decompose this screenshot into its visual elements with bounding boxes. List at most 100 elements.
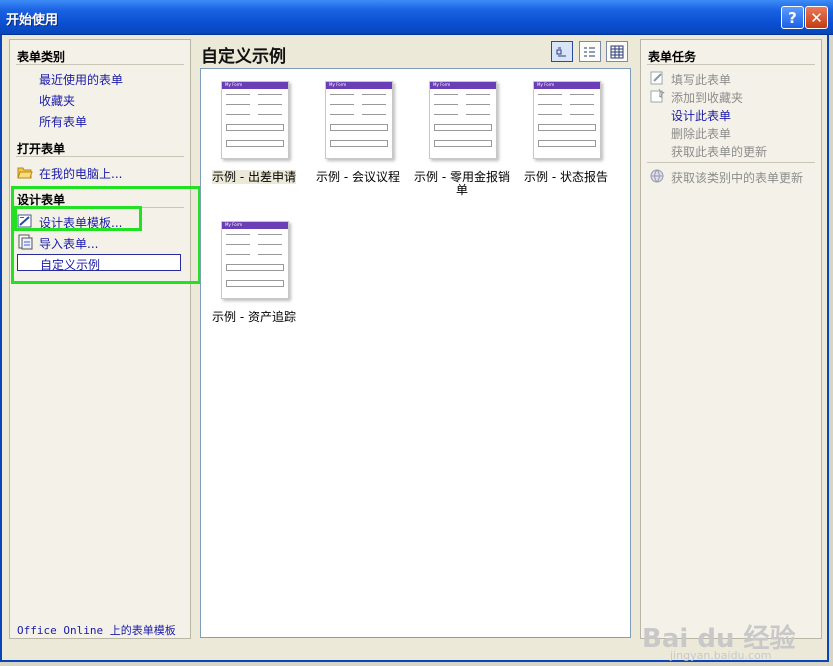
divider [16, 156, 184, 157]
thumbnail-line [330, 94, 354, 95]
category-all[interactable]: 所有表单 [39, 113, 87, 130]
thumbnail-header: My Form [222, 82, 288, 89]
divider [647, 162, 815, 163]
thumbnail-line [362, 114, 386, 115]
thumbnail-header-text: My Form [329, 82, 347, 87]
thumbnail-field [434, 140, 492, 147]
divider [16, 64, 184, 65]
thumbnail-header: My Form [222, 222, 288, 229]
view-details-button[interactable] [606, 41, 628, 62]
thumbnail-line [258, 94, 282, 95]
thumbnail-line [226, 254, 250, 255]
thumbnail-line [362, 104, 386, 105]
fill-form-link[interactable]: 填写此表单 [671, 71, 731, 88]
watermark-url: jingyan.baidu.com [670, 649, 772, 662]
divider [647, 64, 815, 65]
open-on-computer-link[interactable]: 在我的电脑上... [39, 165, 122, 182]
highlight-frame-template [14, 206, 142, 231]
thumbnail-line [434, 104, 458, 105]
tasks-panel: 表单任务 填写此表单 添加到收藏夹 设计此表单 删除此表单 获取此表单的更新 获… [640, 39, 822, 639]
fill-form-icon [650, 71, 663, 85]
thumbnail-header: My Form [326, 82, 392, 89]
thumbnail-header-text: My Form [225, 222, 243, 227]
thumbnail-line [226, 234, 250, 235]
section-title-tasks: 表单任务 [648, 50, 697, 64]
highlight-frame-design [11, 186, 201, 284]
sample-caption[interactable]: 示例 - 状态报告 [516, 171, 616, 184]
thumbnail-header: My Form [534, 82, 600, 89]
category-favorites[interactable]: 收藏夹 [39, 92, 75, 109]
thumbnail-line [570, 114, 594, 115]
thumbnail-line [258, 114, 282, 115]
thumbnail-header: My Form [430, 82, 496, 89]
section-title-categories: 表单类别 [17, 50, 66, 64]
thumbnail-header-text: My Form [537, 82, 555, 87]
help-button[interactable]: ? [781, 6, 804, 29]
thumbnail-field [226, 140, 284, 147]
thumbnail-line [466, 104, 490, 105]
thumbnail-line [330, 104, 354, 105]
sample-caption[interactable]: 示例 - 资产追踪 [204, 311, 304, 324]
thumbnail-field [434, 124, 492, 131]
sample-caption-text: 示例 - 会议议程 [316, 170, 400, 184]
section-title-open: 打开表单 [17, 142, 66, 156]
details-icon [610, 45, 624, 58]
thumbnail-header-text: My Form [225, 82, 243, 87]
get-updates-link[interactable]: 获取此表单的更新 [671, 143, 767, 160]
get-category-updates-link[interactable]: 获取该类别中的表单更新 [671, 169, 803, 186]
thumbnail-field [330, 124, 388, 131]
thumbnail-line [226, 114, 250, 115]
thumbnail-line [258, 254, 282, 255]
sample-caption[interactable]: 示例 - 零用金报销单 [412, 171, 512, 197]
thumbnail-field [226, 264, 284, 271]
sample-thumbnail[interactable]: My Form [221, 81, 289, 159]
large-icons-icon [556, 47, 566, 56]
folder-open-icon [17, 167, 33, 179]
close-button[interactable]: ✕ [805, 6, 828, 29]
thumbnail-line [538, 114, 562, 115]
delete-form-link[interactable]: 删除此表单 [671, 125, 731, 142]
design-form-link[interactable]: 设计此表单 [671, 107, 731, 124]
view-large-icons-button[interactable] [551, 41, 573, 62]
thumbnail-line [434, 94, 458, 95]
category-recent[interactable]: 最近使用的表单 [39, 71, 123, 88]
sample-caption[interactable]: 示例 - 会议议程 [308, 171, 408, 184]
dialog-frame: 表单类别 最近使用的表单 收藏夹 所有表单 打开表单 在我的电脑上... 设计表… [0, 35, 829, 662]
thumbnail-field [538, 124, 596, 131]
sample-caption[interactable]: 示例 - 出差申请 [204, 170, 304, 184]
sample-thumbnail[interactable]: My Form [429, 81, 497, 159]
thumbnail-field [538, 140, 596, 147]
page-title: 自定义示例 [201, 47, 286, 67]
title-bar: 开始使用 ? ✕ [0, 0, 833, 35]
thumbnail-line [362, 94, 386, 95]
thumbnail-line [466, 94, 490, 95]
sample-thumbnail[interactable]: My Form [221, 221, 289, 299]
thumbnail-line [330, 114, 354, 115]
list-icon [584, 47, 595, 56]
sample-caption-text: 示例 - 状态报告 [524, 170, 608, 184]
thumbnail-line [538, 94, 562, 95]
sample-caption-text: 示例 - 零用金报销单 [414, 170, 510, 197]
globe-update-icon [650, 169, 664, 183]
view-list-button[interactable] [579, 41, 601, 62]
thumbnail-field [226, 280, 284, 287]
sample-gallery: My Form 示例 - 出差申请 My Form 示例 - 会议议程 My Form 示… [200, 68, 631, 638]
add-favorites-icon [650, 88, 665, 103]
add-favorites-link[interactable]: 添加到收藏夹 [671, 89, 743, 106]
thumbnail-line [466, 114, 490, 115]
thumbnail-line [570, 94, 594, 95]
thumbnail-line [258, 104, 282, 105]
sample-thumbnail[interactable]: My Form [533, 81, 601, 159]
thumbnail-line [258, 234, 282, 235]
thumbnail-line [570, 104, 594, 105]
thumbnail-field [226, 124, 284, 131]
sample-thumbnail[interactable]: My Form [325, 81, 393, 159]
sample-caption-text: 示例 - 出差申请 [212, 170, 296, 184]
office-online-link[interactable]: Office Online 上的表单模板 [17, 622, 176, 638]
thumbnail-header-text: My Form [433, 82, 451, 87]
categories-panel: 表单类别 最近使用的表单 收藏夹 所有表单 打开表单 在我的电脑上... 设计表… [9, 39, 201, 639]
thumbnail-line [226, 104, 250, 105]
thumbnail-line [538, 104, 562, 105]
thumbnail-line [434, 114, 458, 115]
thumbnail-line [226, 244, 250, 245]
